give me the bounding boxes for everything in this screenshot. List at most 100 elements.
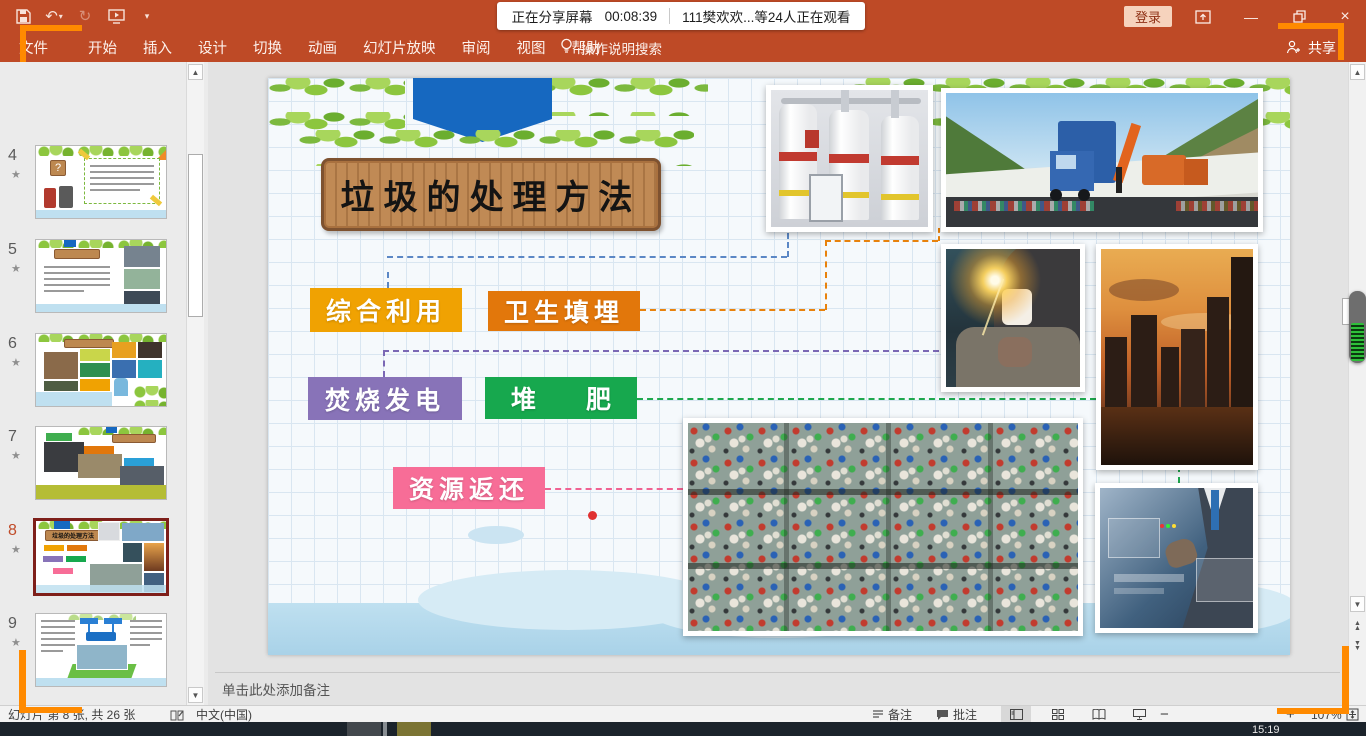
label-incineration-power[interactable]: 焚烧发电 <box>308 377 462 420</box>
tab-view[interactable]: 视图 <box>504 37 559 58</box>
taskbar-app[interactable] <box>347 722 381 736</box>
connector-purple <box>383 350 939 352</box>
thumb-art <box>123 543 142 562</box>
leaves-decoration <box>533 78 708 116</box>
photo-sparkler-hands[interactable] <box>941 244 1085 392</box>
share-bracket-top-right <box>1278 23 1344 29</box>
photo-detail <box>988 423 993 631</box>
banner-divider <box>669 8 670 24</box>
connector-orange <box>640 309 825 311</box>
undo-dropdown-icon[interactable]: ▾ <box>59 12 63 21</box>
comments-button[interactable]: 批注 <box>936 707 977 722</box>
taskbar-app[interactable] <box>383 722 387 736</box>
slide-thumbnail-9[interactable] <box>35 613 167 687</box>
connector-orange <box>825 240 827 310</box>
language-indicator[interactable]: 中文(中国) <box>196 707 252 722</box>
thumb-art <box>112 342 136 358</box>
thumb-art <box>84 158 160 204</box>
notes-separator[interactable] <box>215 672 1340 673</box>
slide-number: 5 <box>8 241 30 259</box>
slide-canvas[interactable]: 垃圾的处理方法 综合利用 卫生填埋 焚烧发电 堆 肥 资源返还 <box>268 78 1290 655</box>
scroll-down-icon[interactable]: ▼ <box>1350 596 1365 612</box>
photo-landfill-truck-excavator[interactable] <box>941 88 1263 232</box>
reading-view-button[interactable] <box>1084 706 1114 723</box>
slide-sorter-view-button[interactable] <box>1043 706 1073 723</box>
thumb-art <box>80 363 110 377</box>
thumbnail-scroll-up-icon[interactable]: ▲ <box>188 64 203 80</box>
save-icon[interactable] <box>14 7 32 25</box>
photo-gas-tanks-plant[interactable] <box>766 85 933 232</box>
label-resource-return[interactable]: 资源返还 <box>393 467 545 509</box>
windows-taskbar: 15:19 <box>0 722 1366 736</box>
connector-green <box>637 398 1096 400</box>
thumb-art <box>44 352 78 379</box>
connector-orange <box>825 240 938 242</box>
photo-detail <box>886 423 891 631</box>
thumb-art <box>86 632 116 641</box>
minimize-button[interactable]: — <box>1236 6 1266 27</box>
thumb-art <box>124 269 160 289</box>
redo-icon: ↻ <box>76 7 94 25</box>
label-sanitary-landfill[interactable]: 卫生填埋 <box>488 291 640 331</box>
proofing-icon[interactable] <box>170 707 184 722</box>
slide-thumbnail-8-selected[interactable]: 垃圾的处理方法 <box>33 518 169 596</box>
thumbnail-scrollbar-thumb[interactable] <box>188 154 203 317</box>
normal-view-button[interactable] <box>1001 706 1031 723</box>
tab-transitions[interactable]: 切换 <box>240 37 295 58</box>
photo-business-technology[interactable] <box>1095 483 1258 633</box>
main-scrollbar[interactable]: ▲ ▼ ▲▲ ▼▼ <box>1348 62 1366 705</box>
customize-qat-icon[interactable]: ▾ <box>138 7 156 25</box>
thumb-art <box>36 585 168 595</box>
undo-icon[interactable]: ↶▾ <box>45 7 63 25</box>
photo-detail <box>1101 407 1253 465</box>
tab-home[interactable]: 开始 <box>75 37 130 58</box>
photo-detail <box>1114 574 1184 582</box>
scroll-up-icon[interactable]: ▲ <box>1350 64 1365 80</box>
slideshow-view-button[interactable] <box>1124 706 1154 723</box>
tell-me-search[interactable]: 操作说明搜索 <box>560 33 662 62</box>
photo-detail <box>1116 167 1122 193</box>
thumbnail-scroll-down-icon[interactable]: ▼ <box>188 687 203 703</box>
label-comprehensive-use[interactable]: 综合利用 <box>310 288 462 332</box>
share-button[interactable]: 共享 <box>1286 36 1336 60</box>
signal-stripes <box>1351 323 1364 361</box>
thumbnail-scrollbar[interactable]: ▲ ▼ <box>186 62 204 705</box>
start-slideshow-icon[interactable] <box>107 7 125 25</box>
tell-me-label: 操作说明搜索 <box>581 38 662 58</box>
tab-file[interactable]: 文件 <box>6 37 61 58</box>
next-slide-button[interactable]: ▼▼ <box>1350 638 1365 654</box>
screen-sharing-banner: 正在分享屏幕 00:08:39 111樊欢欢...等24人正在观看 <box>497 2 865 30</box>
label-composting[interactable]: 堆 肥 <box>485 377 637 419</box>
notes-placeholder[interactable]: 单击此处添加备注 <box>222 679 330 699</box>
login-button[interactable]: 登录 <box>1124 6 1172 27</box>
share-bracket-top-left <box>20 25 26 62</box>
ribbon-display-options-icon[interactable] <box>1188 6 1218 27</box>
photo-plastic-bottle-bales[interactable] <box>683 418 1083 636</box>
tab-animations[interactable]: 动画 <box>295 37 350 58</box>
slide-number: 4 <box>8 147 30 165</box>
zoom-out-button[interactable]: − <box>1160 707 1169 722</box>
slide-thumbnail-panel: 4 ★ ? 5 ★ <box>0 62 208 705</box>
photo-detail <box>688 563 1078 569</box>
thumb-art <box>132 386 167 407</box>
slide-thumbnail-4[interactable]: ? <box>35 145 167 219</box>
slide-thumbnail-7[interactable] <box>35 426 167 500</box>
photo-city-sunset-skyline[interactable] <box>1096 244 1258 470</box>
comments-button-label: 批注 <box>953 706 977 723</box>
photo-detail <box>805 130 819 148</box>
slide-title-sign[interactable]: 垃圾的处理方法 <box>321 158 661 231</box>
notes-button[interactable]: 备注 <box>872 707 912 722</box>
tab-slideshow[interactable]: 幻灯片放映 <box>350 37 449 58</box>
photo-detail <box>841 90 849 112</box>
photo-detail <box>891 90 899 118</box>
taskbar-app[interactable] <box>397 722 431 736</box>
slide-thumbnail-5[interactable] <box>35 239 167 313</box>
tab-review[interactable]: 审阅 <box>449 37 504 58</box>
thumb-art <box>124 458 154 466</box>
tab-design[interactable]: 设计 <box>185 37 240 58</box>
slide-thumbnail-6[interactable] <box>35 333 167 407</box>
thumb-art <box>150 195 162 207</box>
previous-slide-button[interactable]: ▲▲ <box>1350 618 1365 634</box>
photo-detail <box>1166 524 1170 528</box>
tab-insert[interactable]: 插入 <box>130 37 185 58</box>
